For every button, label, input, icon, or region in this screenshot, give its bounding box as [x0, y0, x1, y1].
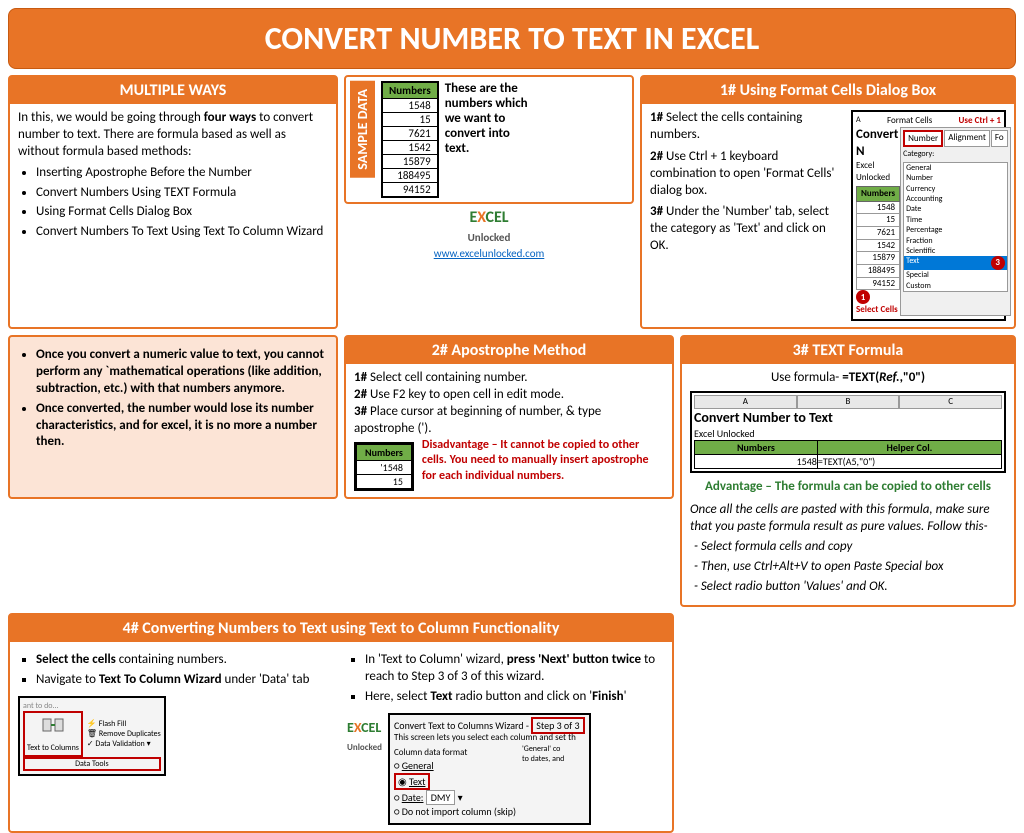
- callout-1: 1: [856, 290, 870, 304]
- list-item: Convert Numbers To Text Using Text To Co…: [36, 224, 328, 241]
- method4-box: 4# Converting Numbers to Text using Text…: [8, 613, 674, 833]
- multiple-ways-box: MULTIPLE WAYS In this, we would be going…: [8, 75, 338, 329]
- method3-box: 3# TEXT Formula Use formula- =TEXT(Ref.,…: [680, 335, 1016, 607]
- list-item: Select the cells containing numbers.: [36, 652, 335, 669]
- list-item: Convert Numbers Using TEXT Formula: [36, 185, 328, 202]
- method1-header: 1# Using Format Cells Dialog Box: [642, 77, 1014, 104]
- ribbon-screenshot: ant to do... Text to Columns ⚡ Flash Fil…: [18, 696, 166, 777]
- list-item: Inserting Apostrophe Before the Number: [36, 165, 328, 182]
- advantage-text: Advantage – The formula can be copied to…: [690, 479, 1006, 496]
- format-cells-screenshot: AFormat CellsUse Ctrl + 1 Convert N Exce…: [851, 110, 1006, 321]
- logo-link[interactable]: www.excelunlocked.com: [434, 247, 545, 260]
- text-formula: Use formula- =TEXT(Ref.,"0"): [690, 370, 1006, 387]
- text-to-columns-icon: [41, 715, 65, 739]
- list-item: - Then, use Ctrl+Alt+V to open Paste Spe…: [694, 559, 1006, 576]
- list-item: - Select formula cells and copy: [694, 539, 1006, 556]
- list-item: Navigate to Text To Column Wizard under …: [36, 672, 335, 689]
- callout-3: 3: [991, 256, 1005, 270]
- text-formula-screenshot: ABC Convert Number to Text Excel Unlocke…: [690, 391, 1006, 473]
- method1-box: 1# Using Format Cells Dialog Box 1# Sele…: [640, 75, 1016, 329]
- method4-header: 4# Converting Numbers to Text using Text…: [10, 615, 672, 642]
- sample-data-box: SAMPLE DATA Numbers 1548 15 7621 1542 15…: [344, 75, 634, 329]
- method2-header: 2# Apostrophe Method: [346, 337, 672, 364]
- wizard-screenshot: Convert Text to Columns Wizard - Step 3 …: [388, 713, 591, 825]
- list-item: Using Format Cells Dialog Box: [36, 204, 328, 221]
- sample-caption: These are the numbers which we want to c…: [445, 81, 535, 156]
- multiple-ways-header: MULTIPLE WAYS: [10, 77, 336, 104]
- list-item: Once you convert a numeric value to text…: [36, 347, 328, 398]
- page-title: CONVERT NUMBER TO TEXT IN EXCEL: [8, 8, 1016, 69]
- sample-data-label: SAMPLE DATA: [350, 81, 375, 178]
- disadvantage-text: Disadvantage – It cannot be copied to ot…: [422, 438, 664, 485]
- logo-block: EXCELUnlocked www.excelunlocked.com: [344, 208, 634, 261]
- multiple-ways-intro: In this, we would be going through four …: [18, 110, 328, 161]
- list-item: Here, select Text radio button and click…: [365, 689, 664, 706]
- apostrophe-screenshot: Numbers '1548 15: [354, 442, 414, 491]
- text-to-columns-btn: Text to Columns: [23, 711, 83, 757]
- list-item: - Select radio button 'Values' and OK.: [694, 579, 1006, 596]
- method3-note: Once all the cells are pasted with this …: [690, 502, 1006, 536]
- list-item: Once converted, the number would lose it…: [36, 401, 328, 452]
- sample-table: Numbers 1548 15 7621 1542 15879 188495 9…: [381, 81, 439, 198]
- list-item: In 'Text to Column' wizard, press 'Next'…: [365, 652, 664, 686]
- notes-box: Once you convert a numeric value to text…: [8, 335, 338, 499]
- multiple-ways-list: Inserting Apostrophe Before the Number C…: [18, 165, 328, 242]
- method3-header: 3# TEXT Formula: [682, 337, 1014, 364]
- method2-box: 2# Apostrophe Method 1# Select cell cont…: [344, 335, 674, 499]
